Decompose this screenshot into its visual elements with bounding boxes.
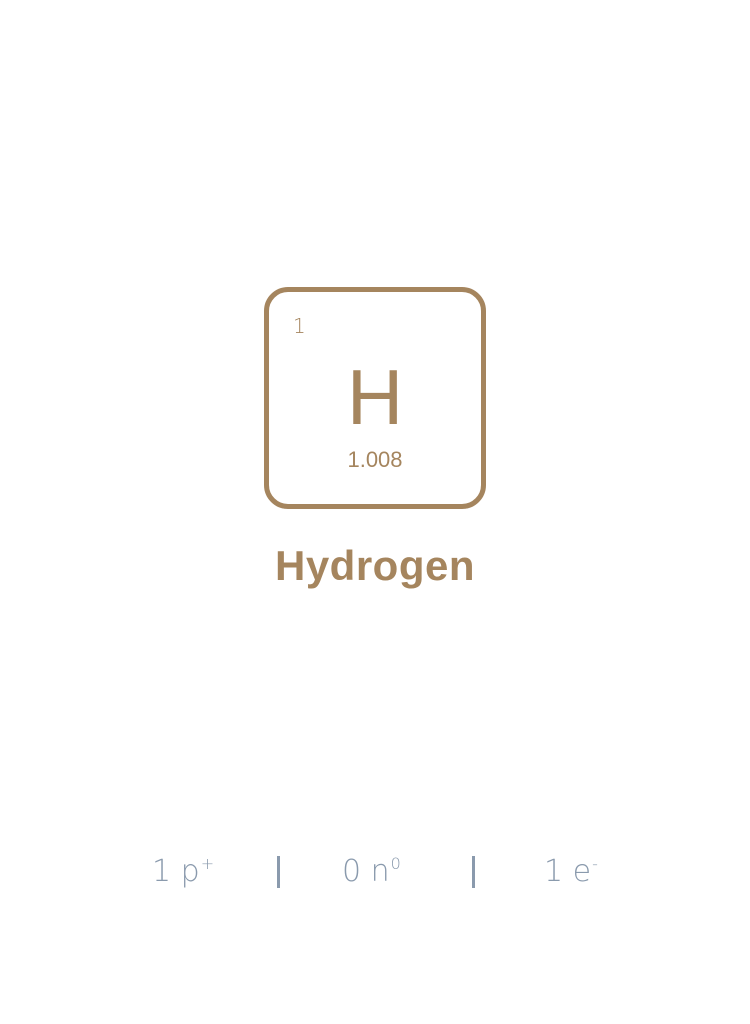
separator-divider [472,856,475,888]
particle-counts: 1 p+ 0 n0 1 e- [0,852,750,892]
proton-count: 1 p+ [152,852,214,896]
atomic-mass: 1.008 [347,447,403,472]
electron-count-value: 1 [544,854,564,889]
electron-symbol: e [572,854,592,889]
neutron-count: 0 n0 [342,852,401,896]
atomic-number: 1 [293,314,306,338]
electron-count: 1 e- [544,852,598,896]
element-tile: 1 H 1.008 [264,287,486,509]
proton-symbol: p [180,854,200,889]
proton-count-value: 1 [152,854,172,889]
element-name: Hydrogen [274,542,475,589]
neutron-symbol: n [370,854,390,889]
element-symbol: H [346,353,404,441]
proton-charge: + [200,854,215,873]
neutron-count-value: 0 [342,854,362,889]
electron-charge: - [592,854,598,873]
separator-divider [277,856,280,888]
neutron-charge: 0 [390,854,401,873]
